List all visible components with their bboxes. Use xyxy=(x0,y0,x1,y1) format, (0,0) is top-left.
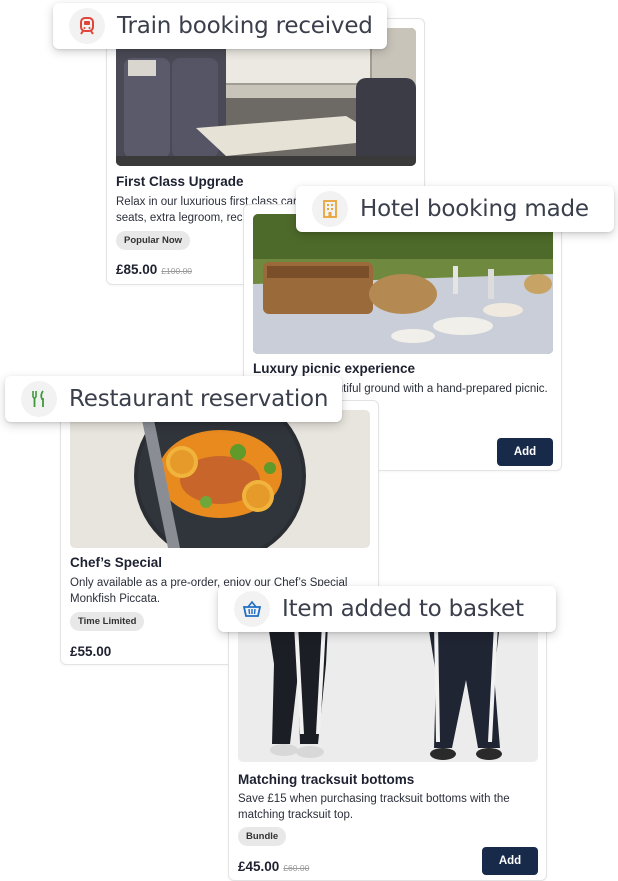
cutlery-icon xyxy=(21,381,57,417)
popular-badge: Popular Now xyxy=(116,231,191,250)
time-limited-badge: Time Limited xyxy=(70,612,145,631)
bundle-badge: Bundle xyxy=(238,827,287,846)
card-title: Luxury picnic experience xyxy=(253,361,416,376)
card-price: £85.00 £100.00 xyxy=(116,262,192,277)
old-price: £100.00 xyxy=(161,266,193,276)
basket-toast: Item added to basket xyxy=(218,586,556,632)
card-price: £55.00 xyxy=(70,644,111,659)
toast-label: Train booking received xyxy=(117,13,373,39)
product-card-tracksuit[interactable]: Matching tracksuit bottoms Save £15 when… xyxy=(228,614,547,881)
old-price: £60.00 xyxy=(283,863,310,873)
card-title: Matching tracksuit bottoms xyxy=(238,772,415,787)
current-price: £45.00 xyxy=(238,859,280,874)
card-title: Chef’s Special xyxy=(70,555,163,570)
card-title: First Class Upgrade xyxy=(116,174,244,189)
restaurant-reservation-toast: Restaurant reservation xyxy=(5,376,342,422)
hotel-booking-toast: Hotel booking made xyxy=(296,186,614,232)
toast-label: Restaurant reservation xyxy=(69,386,329,412)
picnic-image xyxy=(253,214,553,354)
toast-label: Item added to basket xyxy=(282,596,524,622)
train-icon xyxy=(69,8,105,44)
train-booking-toast: Train booking received xyxy=(53,3,387,49)
add-button[interactable]: Add xyxy=(497,438,553,466)
basket-icon xyxy=(234,591,270,627)
current-price: £55.00 xyxy=(70,644,112,659)
tracksuit-image xyxy=(238,624,538,762)
add-button[interactable]: Add xyxy=(482,847,538,875)
hotel-icon xyxy=(312,191,348,227)
card-description: Save £15 when purchasing tracksuit botto… xyxy=(238,793,510,821)
card-price: £45.00 £60.00 xyxy=(238,859,309,874)
toast-label: Hotel booking made xyxy=(360,196,589,222)
current-price: £85.00 xyxy=(116,262,158,277)
monkfish-dish-image xyxy=(70,410,370,548)
